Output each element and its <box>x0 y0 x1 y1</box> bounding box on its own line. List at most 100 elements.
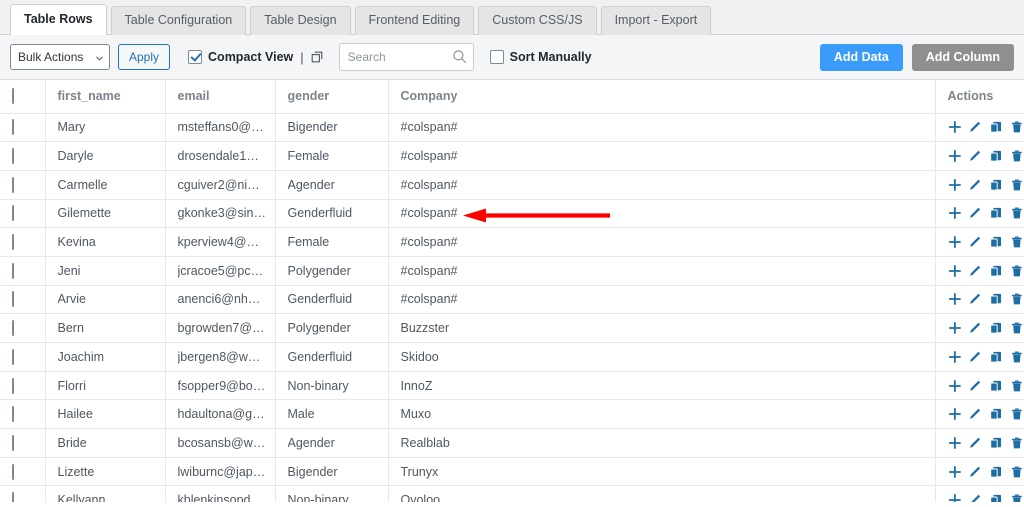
cell-first-name[interactable]: Bride <box>45 429 165 458</box>
cell-company[interactable]: #colspan# <box>388 199 935 228</box>
trash-icon[interactable] <box>1010 149 1024 163</box>
pencil-icon[interactable] <box>968 120 982 134</box>
table-row[interactable]: Marymsteffans0@smh...Bigender#colspan# <box>0 113 1024 142</box>
trash-icon[interactable] <box>1010 292 1024 306</box>
trash-icon[interactable] <box>1010 436 1024 450</box>
cell-gender[interactable]: Bigender <box>275 457 388 486</box>
duplicate-icon[interactable] <box>989 149 1003 163</box>
pencil-icon[interactable] <box>968 321 982 335</box>
table-row[interactable]: Kevinakperview4@marri...Female#colspan# <box>0 228 1024 257</box>
cell-company[interactable]: Ovoloo <box>388 486 935 502</box>
trash-icon[interactable] <box>1010 206 1024 220</box>
pencil-icon[interactable] <box>968 178 982 192</box>
cell-gender[interactable]: Polygender <box>275 314 388 343</box>
plus-icon[interactable] <box>948 264 962 278</box>
cell-company[interactable]: InnoZ <box>388 371 935 400</box>
tab-custom-css-js[interactable]: Custom CSS/JS <box>478 6 596 35</box>
row-select-checkbox[interactable] <box>12 406 14 422</box>
row-select-checkbox[interactable] <box>12 177 14 193</box>
cell-first-name[interactable]: Mary <box>45 113 165 142</box>
cell-gender[interactable]: Female <box>275 228 388 257</box>
cell-company[interactable]: Muxo <box>388 400 935 429</box>
cell-gender[interactable]: Genderfluid <box>275 285 388 314</box>
duplicate-icon[interactable] <box>989 379 1003 393</box>
trash-icon[interactable] <box>1010 264 1024 278</box>
column-header-first-name[interactable]: first_name <box>45 80 165 113</box>
tab-import-export[interactable]: Import - Export <box>601 6 712 35</box>
cell-email[interactable]: anenci6@nhs.uk <box>165 285 275 314</box>
pencil-icon[interactable] <box>968 436 982 450</box>
cell-email[interactable]: lwiburnc@japanp... <box>165 457 275 486</box>
cell-email[interactable]: kperview4@marri... <box>165 228 275 257</box>
trash-icon[interactable] <box>1010 379 1024 393</box>
plus-icon[interactable] <box>948 465 962 479</box>
cell-first-name[interactable]: Florri <box>45 371 165 400</box>
add-column-button[interactable]: Add Column <box>912 44 1014 71</box>
external-link-icon[interactable] <box>311 51 323 63</box>
cell-email[interactable]: bgrowden7@oakl... <box>165 314 275 343</box>
plus-icon[interactable] <box>948 149 962 163</box>
cell-gender[interactable]: Genderfluid <box>275 343 388 372</box>
cell-company[interactable]: Realblab <box>388 429 935 458</box>
trash-icon[interactable] <box>1010 235 1024 249</box>
duplicate-icon[interactable] <box>989 407 1003 421</box>
duplicate-icon[interactable] <box>989 493 1003 502</box>
cell-company[interactable]: #colspan# <box>388 256 935 285</box>
cell-company[interactable]: #colspan# <box>388 113 935 142</box>
duplicate-icon[interactable] <box>989 206 1003 220</box>
pencil-icon[interactable] <box>968 407 982 421</box>
table-row[interactable]: Arvieanenci6@nhs.ukGenderfluid#colspan# <box>0 285 1024 314</box>
cell-email[interactable]: jcracoe5@pcworl... <box>165 256 275 285</box>
table-row[interactable]: Joachimjbergen8@webno...GenderfluidSkido… <box>0 343 1024 372</box>
trash-icon[interactable] <box>1010 350 1024 364</box>
cell-gender[interactable]: Female <box>275 142 388 171</box>
cell-email[interactable]: gkonke3@sina.co... <box>165 199 275 228</box>
tab-table-design[interactable]: Table Design <box>250 6 350 35</box>
row-select-checkbox[interactable] <box>12 148 14 164</box>
cell-gender[interactable]: Genderfluid <box>275 199 388 228</box>
cell-email[interactable]: fsopper9@boston... <box>165 371 275 400</box>
bulk-actions-select[interactable]: Bulk Actions <box>10 44 110 70</box>
trash-icon[interactable] <box>1010 407 1024 421</box>
cell-first-name[interactable]: Hailee <box>45 400 165 429</box>
search-input[interactable] <box>339 43 474 71</box>
cell-first-name[interactable]: Daryle <box>45 142 165 171</box>
row-select-checkbox[interactable] <box>12 119 14 135</box>
row-select-checkbox[interactable] <box>12 349 14 365</box>
cell-gender[interactable]: Non-binary <box>275 486 388 502</box>
row-select-checkbox[interactable] <box>12 263 14 279</box>
table-row[interactable]: Jenijcracoe5@pcworl...Polygender#colspan… <box>0 256 1024 285</box>
plus-icon[interactable] <box>948 178 962 192</box>
trash-icon[interactable] <box>1010 120 1024 134</box>
table-row[interactable]: Kellyannkblenkinsopd@lat...Non-binaryOvo… <box>0 486 1024 502</box>
pencil-icon[interactable] <box>968 149 982 163</box>
plus-icon[interactable] <box>948 436 962 450</box>
cell-company[interactable]: Buzzster <box>388 314 935 343</box>
cell-email[interactable]: hdaultona@goda... <box>165 400 275 429</box>
tab-table-rows[interactable]: Table Rows <box>10 4 107 35</box>
pencil-icon[interactable] <box>968 379 982 393</box>
cell-email[interactable]: msteffans0@smh... <box>165 113 275 142</box>
row-select-checkbox[interactable] <box>12 435 14 451</box>
plus-icon[interactable] <box>948 206 962 220</box>
duplicate-icon[interactable] <box>989 321 1003 335</box>
row-select-checkbox[interactable] <box>12 234 14 250</box>
cell-email[interactable]: jbergen8@webno... <box>165 343 275 372</box>
table-row[interactable]: Lizettelwiburnc@japanp...BigenderTrunyx <box>0 457 1024 486</box>
row-select-checkbox[interactable] <box>12 291 14 307</box>
trash-icon[interactable] <box>1010 493 1024 502</box>
cell-gender[interactable]: Male <box>275 400 388 429</box>
plus-icon[interactable] <box>948 292 962 306</box>
pencil-icon[interactable] <box>968 493 982 502</box>
plus-icon[interactable] <box>948 235 962 249</box>
table-row[interactable]: Daryledrosendale1@t-o...Female#colspan# <box>0 142 1024 171</box>
cell-gender[interactable]: Agender <box>275 429 388 458</box>
cell-email[interactable]: drosendale1@t-o... <box>165 142 275 171</box>
cell-company[interactable]: #colspan# <box>388 142 935 171</box>
apply-button[interactable]: Apply <box>118 44 170 70</box>
plus-icon[interactable] <box>948 350 962 364</box>
table-row[interactable]: Bridebcosansb@who.intAgenderRealblab <box>0 429 1024 458</box>
cell-first-name[interactable]: Jeni <box>45 256 165 285</box>
add-data-button[interactable]: Add Data <box>820 44 903 71</box>
tab-table-configuration[interactable]: Table Configuration <box>111 6 247 35</box>
